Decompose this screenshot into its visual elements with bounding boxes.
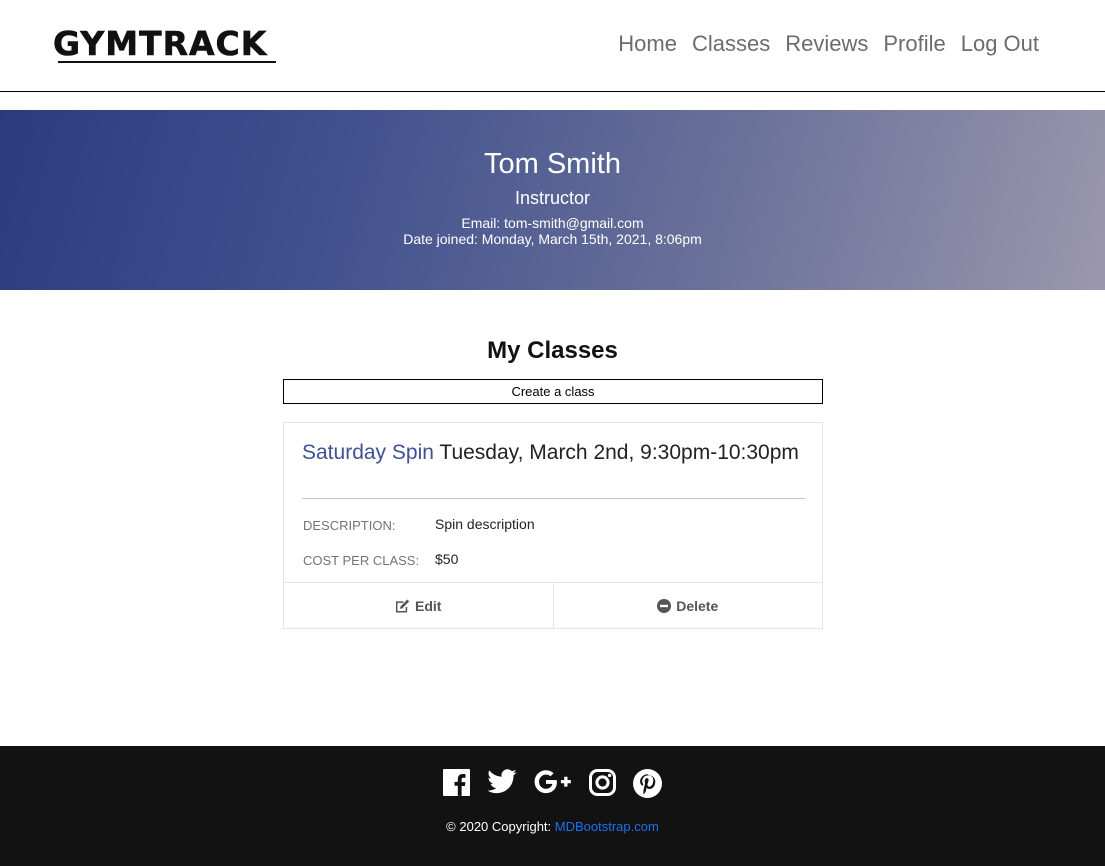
mdbootstrap-link[interactable]: MDBootstrap.com	[555, 819, 659, 834]
twitter-icon[interactable]	[487, 769, 517, 803]
logo-underline	[58, 61, 276, 63]
edit-icon	[395, 599, 410, 613]
card-divider	[302, 498, 805, 499]
nav-profile-link[interactable]: Profile	[883, 31, 945, 57]
nav-logout-link[interactable]: Log Out	[961, 31, 1039, 57]
description-value: Spin description	[435, 516, 535, 532]
profile-hero: Tom Smith Instructor Email: tom-smith@gm…	[0, 110, 1105, 290]
nav-home-link[interactable]: Home	[618, 31, 677, 57]
class-name[interactable]: Saturday Spin	[302, 441, 434, 464]
nav-classes-link[interactable]: Classes	[692, 31, 770, 57]
cost-label: Cost per class:	[303, 553, 420, 568]
class-card-title: Saturday Spin Tuesday, March 2nd, 9:30pm…	[302, 440, 807, 465]
delete-label: Delete	[676, 598, 719, 614]
class-schedule: Tuesday, March 2nd, 9:30pm-10:30pm	[439, 441, 799, 464]
instagram-icon[interactable]	[589, 769, 616, 803]
main-nav: Home Classes Reviews Profile Log Out	[618, 31, 1039, 57]
copyright-text: © 2020 Copyright: MDBootstrap.com	[0, 819, 1105, 834]
facebook-icon[interactable]	[443, 769, 470, 803]
my-classes-heading: My Classes	[487, 337, 618, 364]
edit-button[interactable]: Edit	[284, 583, 553, 629]
description-label: Description:	[303, 518, 396, 533]
profile-email: Email: tom-smith@gmail.com	[461, 215, 644, 231]
cost-value: $50	[435, 551, 459, 567]
gymtrack-logo[interactable]: GYMTRACK	[53, 25, 267, 62]
profile-role: Instructor	[514, 188, 591, 208]
page-footer: © 2020 Copyright: MDBootstrap.com	[0, 746, 1105, 866]
profile-name: Tom Smith	[484, 148, 621, 180]
top-navbar: GYMTRACK Home Classes Reviews Profile Lo…	[0, 0, 1105, 92]
delete-button[interactable]: Delete	[552, 583, 823, 629]
card-actions: Edit Delete	[284, 582, 822, 629]
social-links	[0, 769, 1105, 803]
copyright-prefix: © 2020 Copyright:	[446, 819, 552, 834]
pinterest-icon[interactable]	[633, 769, 662, 803]
minus-circle-icon	[657, 599, 672, 613]
class-card: Saturday Spin Tuesday, March 2nd, 9:30pm…	[283, 422, 823, 629]
create-class-button[interactable]: Create a class	[283, 379, 823, 404]
edit-label: Edit	[415, 598, 442, 614]
nav-reviews-link[interactable]: Reviews	[785, 31, 868, 57]
google-plus-icon[interactable]	[534, 769, 572, 803]
profile-date-joined: Date joined: Monday, March 15th, 2021, 8…	[403, 231, 702, 247]
